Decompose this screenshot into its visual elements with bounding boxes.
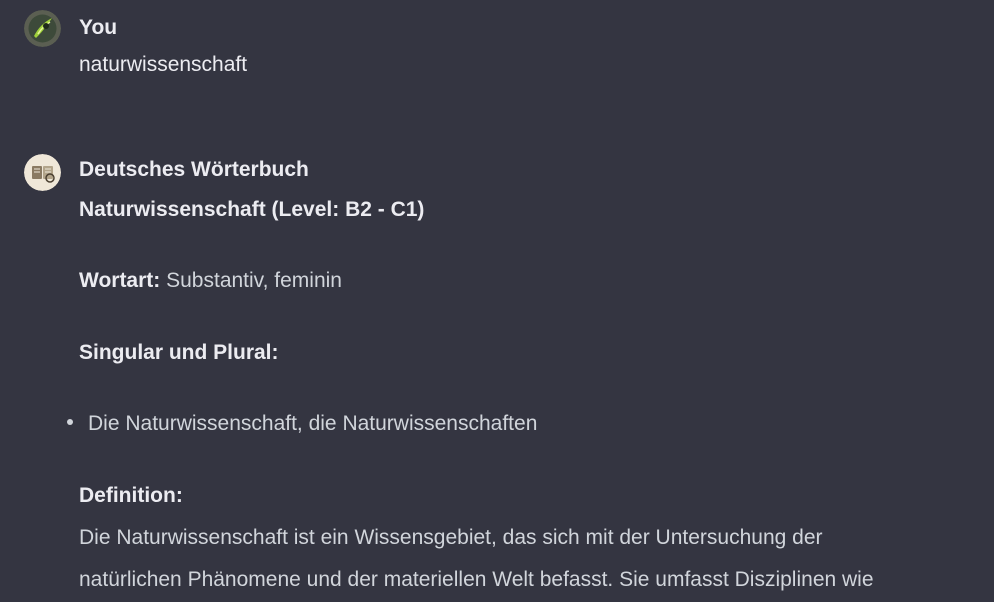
wortart-label: Wortart: bbox=[79, 269, 161, 292]
user-avatar-icon bbox=[24, 10, 61, 47]
user-author-name: You bbox=[79, 16, 118, 39]
singular-plural-item: Die Naturwissenschaft, die Naturwissensc… bbox=[88, 412, 538, 435]
singular-plural-label: Singular und Plural: bbox=[79, 341, 279, 364]
definition-text-line-1: Die Naturwissenschaft ist ein Wissensgeb… bbox=[79, 526, 823, 549]
definition-label: Definition: bbox=[79, 484, 183, 507]
wortart-line: Wortart: Substantiv, feminin bbox=[79, 269, 342, 293]
definition-text: Die Naturwissenschaft ist ein Wissensgeb… bbox=[79, 517, 979, 601]
wortart-value: Substantiv, feminin bbox=[160, 269, 342, 292]
user-message-text: naturwissenschaft bbox=[79, 53, 248, 76]
definition-text-line-2: natürlichen Phänomene und der materielle… bbox=[79, 568, 874, 591]
dictionary-avatar-icon bbox=[24, 154, 61, 191]
assistant-author-name: Deutsches Wörterbuch bbox=[79, 158, 309, 181]
bullet-point-icon bbox=[67, 419, 73, 425]
entry-heading: Naturwissenschaft (Level: B2 - C1) bbox=[79, 198, 425, 221]
